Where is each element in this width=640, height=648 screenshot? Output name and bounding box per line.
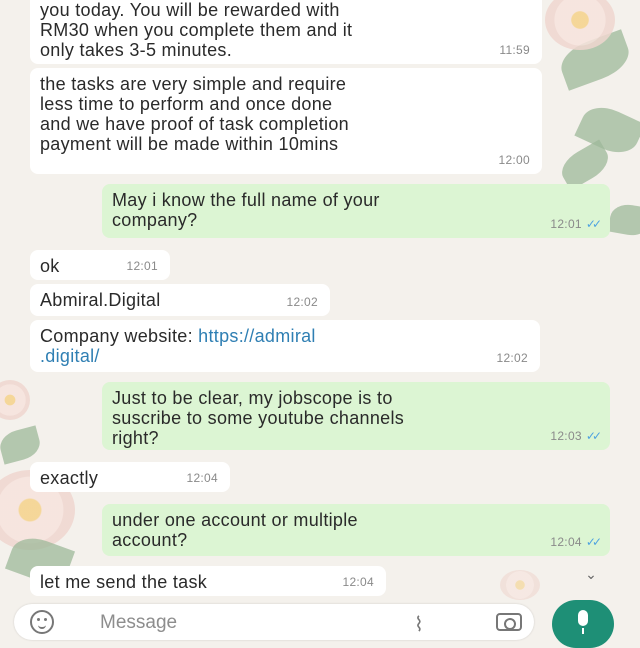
message-time: 12:01: [550, 217, 582, 231]
camera-icon[interactable]: [496, 613, 522, 631]
message-incoming[interactable]: Abmiral.Digital 12:02: [30, 284, 330, 316]
read-receipt-icon: ✓✓: [585, 429, 602, 443]
message-time: 12:02: [286, 295, 318, 309]
message-incoming[interactable]: Company website: https://admiral .digita…: [30, 320, 540, 372]
message-time: 12:04: [342, 575, 374, 589]
emoji-icon[interactable]: [30, 610, 54, 634]
message-meta: 12:00: [498, 150, 530, 170]
message-text: May i know the full name of your company…: [112, 190, 380, 230]
message-time: 11:59: [499, 43, 530, 57]
message-outgoing[interactable]: May i know the full name of your company…: [102, 184, 610, 238]
message-time: 12:04: [550, 535, 582, 549]
message-text: Company website: https://admiral .digita…: [40, 326, 530, 366]
message-time: 12:02: [496, 351, 528, 365]
composer-bar: Message ⌇: [0, 600, 640, 648]
message-meta: 11:59: [499, 40, 530, 60]
message-incoming[interactable]: let me send the task 12:04: [30, 566, 386, 596]
message-incoming[interactable]: you today. You will be rewarded with RM3…: [30, 0, 542, 64]
message-outgoing[interactable]: Just to be clear, my jobscope is to susc…: [102, 382, 610, 450]
message-time: 12:01: [126, 259, 158, 273]
message-placeholder[interactable]: Message: [100, 612, 177, 634]
message-text: the tasks are very simple and require le…: [40, 74, 349, 154]
message-input[interactable]: Message ⌇: [14, 604, 534, 640]
message-meta: 12:04: [186, 468, 218, 488]
message-text: under one account or multiple account?: [112, 510, 358, 550]
message-meta: 12:02: [496, 348, 528, 368]
read-receipt-icon: ✓✓: [585, 217, 602, 231]
message-text: you today. You will be rewarded with RM3…: [40, 0, 353, 60]
message-text: Abmiral.Digital: [40, 290, 161, 310]
message-list[interactable]: you today. You will be rewarded with RM3…: [0, 0, 640, 605]
message-outgoing[interactable]: under one account or multiple account? 1…: [102, 504, 610, 556]
message-text: let me send the task: [40, 572, 208, 592]
message-meta: 12:01: [126, 256, 158, 276]
message-time: 12:03: [550, 429, 582, 443]
message-text-prefix: Company website:: [40, 326, 199, 346]
message-meta: 12:01 ✓✓: [550, 214, 602, 234]
message-time: 12:00: [498, 153, 530, 167]
message-meta: 12:04: [342, 572, 374, 592]
message-incoming[interactable]: exactly 12:04: [30, 462, 230, 492]
message-meta: 12:04 ✓✓: [550, 532, 602, 552]
mic-icon: [578, 610, 588, 634]
attach-icon[interactable]: ⌇: [414, 612, 440, 636]
chevron-down-icon[interactable]: ⌄: [578, 566, 604, 588]
message-incoming[interactable]: ok 12:01: [30, 250, 170, 280]
message-time: 12:04: [186, 471, 218, 485]
read-receipt-icon: ✓✓: [585, 535, 602, 549]
mic-button[interactable]: [552, 600, 614, 648]
message-meta: 12:03 ✓✓: [550, 426, 602, 446]
message-meta: 12:02: [286, 292, 318, 312]
message-text: Just to be clear, my jobscope is to susc…: [112, 388, 405, 448]
message-incoming[interactable]: the tasks are very simple and require le…: [30, 68, 542, 174]
